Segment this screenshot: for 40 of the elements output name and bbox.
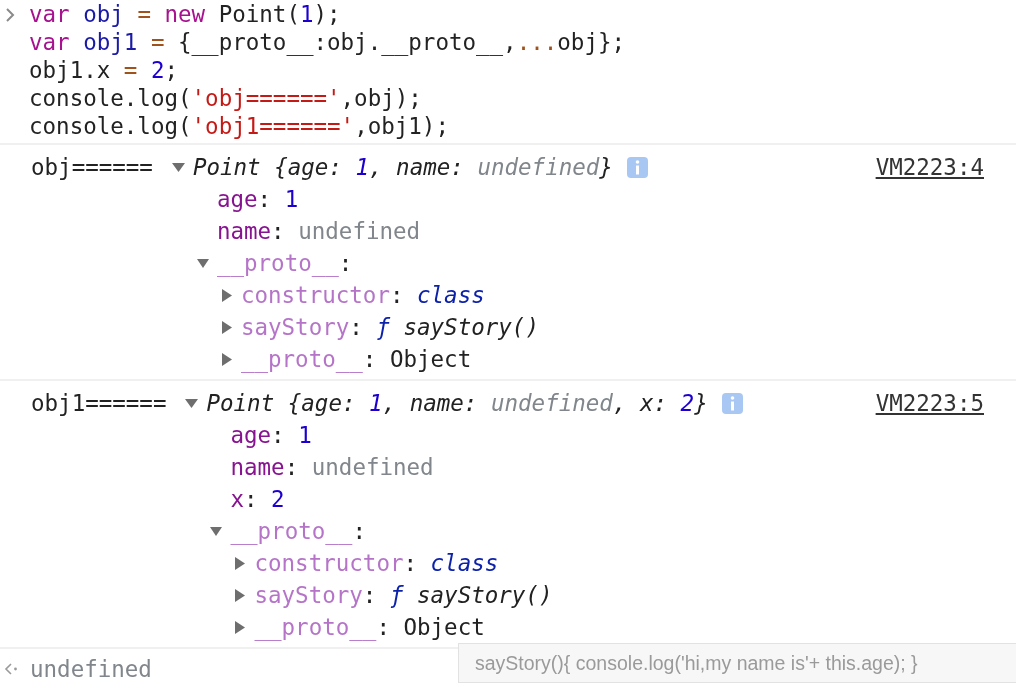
disclosure-triangle-icon[interactable] <box>234 620 247 634</box>
tooltip: sayStory(){ console.log('hi,my name is'+ this.age); } <box>458 643 1016 683</box>
property-line: name: undefined <box>216 217 421 246</box>
disclosure-triangle-icon[interactable] <box>220 352 233 366</box>
property-line: __proto__: Object <box>240 345 472 375</box>
log-label: obj1====== <box>31 389 167 418</box>
disclosure-triangle-icon[interactable] <box>185 396 199 410</box>
code-line: console.log('obj1======',obj1); <box>29 112 450 140</box>
disclosure-triangle-icon[interactable] <box>234 588 247 602</box>
code-line: obj1.x = 2; <box>29 56 179 84</box>
property-line: constructor: class <box>240 281 485 310</box>
property-line: __proto__: <box>230 517 366 547</box>
property-line: age: 1 <box>230 421 312 450</box>
disclosure-triangle-icon[interactable] <box>234 556 247 570</box>
property-line: __proto__: Object <box>254 613 485 643</box>
property-line: x: 2 <box>230 485 285 514</box>
code-line: console.log('obj======',obj); <box>29 84 423 112</box>
disclosure-triangle-icon[interactable] <box>210 524 223 538</box>
return-arrow-icon <box>4 663 18 675</box>
disclosure-triangle-icon[interactable] <box>220 288 233 302</box>
property-line: __proto__: <box>216 249 353 279</box>
source-link[interactable]: VM2223:4 <box>875 151 984 183</box>
disclosure-triangle-icon[interactable] <box>196 256 209 270</box>
result-value: undefined <box>30 656 152 682</box>
info-icon <box>721 392 743 414</box>
property-line: constructor: class <box>254 549 499 578</box>
object-summary[interactable]: Point {age: 1, name: undefined, x: 2} <box>206 387 708 419</box>
code-line: var obj1 = {__proto__:obj.__proto__,...obj}; <box>29 28 626 56</box>
property-line: sayStory: ƒ sayStory() <box>254 581 553 610</box>
source-link[interactable]: VM2223:5 <box>875 387 984 419</box>
info-icon <box>626 156 648 178</box>
object-summary[interactable]: Point {age: 1, name: undefined} <box>192 151 613 183</box>
property-line: age: 1 <box>216 185 299 214</box>
disclosure-triangle-icon[interactable] <box>171 160 185 174</box>
code-line: var obj = new Point(1); <box>29 0 342 28</box>
disclosure-triangle-icon[interactable] <box>220 320 233 334</box>
log-label: obj====== <box>31 153 153 182</box>
property-line: name: undefined <box>230 453 434 482</box>
prompt-chevron-icon <box>6 8 15 22</box>
property-line: sayStory: ƒ sayStory() <box>240 313 539 342</box>
